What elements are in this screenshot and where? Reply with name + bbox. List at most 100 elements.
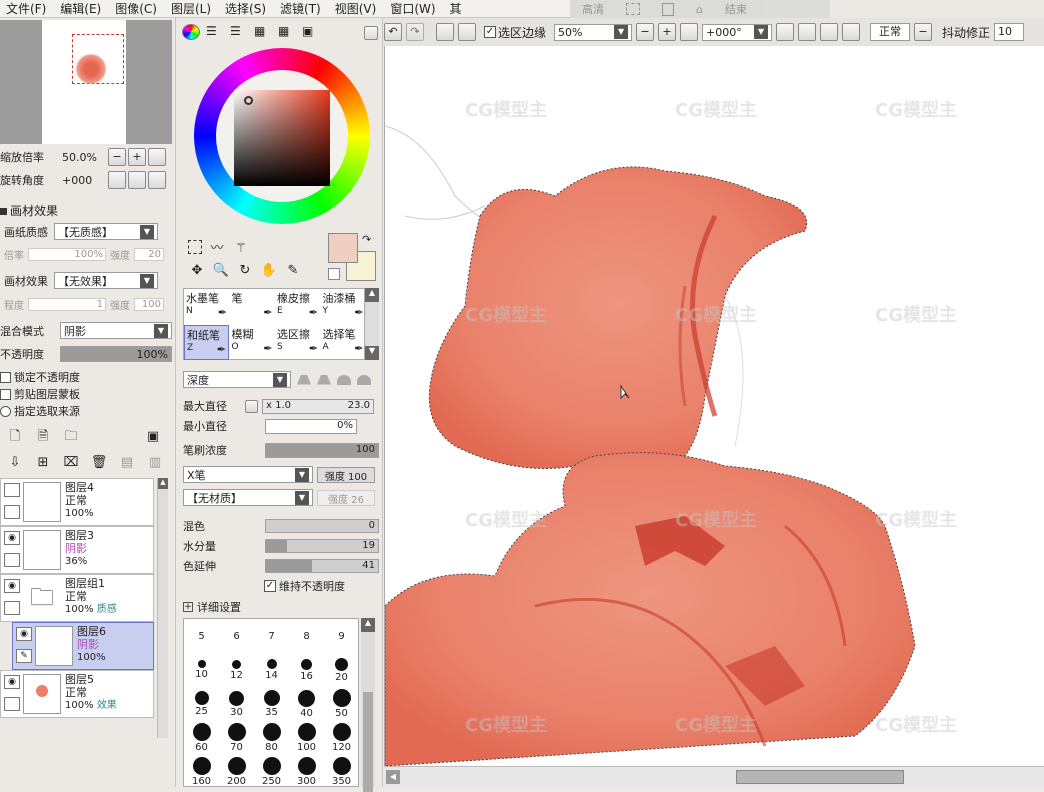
water-slider[interactable]: 19 [265,539,379,553]
swatches-tab-icon[interactable]: ▦ [254,24,272,40]
blend-select[interactable]: 阴影 ▼ [60,322,172,339]
nav-zoom-value[interactable]: 50.0% [62,151,106,164]
shape-select[interactable]: 深度 ▼ [183,371,291,388]
sv-cursor[interactable] [244,96,253,105]
clear-layer-icon[interactable]: ⌧ [62,454,80,472]
brush-size-cell[interactable]: 120 [324,721,358,755]
new-vector-layer-icon[interactable]: 🗎 [34,428,52,446]
brush-tool-slot[interactable]: 油漆桶 Y ✒ [321,289,366,324]
nav-zoom-out-button[interactable]: − [108,148,126,166]
zoom-in-button[interactable]: + [658,23,677,41]
magic-wand-icon[interactable]: ⚚ [232,240,250,258]
paint-target-icon[interactable]: ✎ [16,649,32,663]
hand-icon[interactable]: ✋ [260,262,278,280]
layer-lock-icon[interactable] [4,697,20,711]
visibility-eye-icon[interactable]: ◉ [4,531,20,545]
layer-scrollbar[interactable]: ▲ [157,478,168,738]
brush-size-cell[interactable]: 100 [289,721,324,755]
canvas-hscrollbar[interactable]: ◀ [384,766,1044,787]
brush-size-cell[interactable]: 12 [219,653,254,687]
brush-size-cell[interactable]: 60 [184,721,219,755]
min-size-field[interactable]: 0% [265,418,357,434]
effect-select[interactable]: 【无效果】 ▼ [54,272,158,289]
texture-shape-select[interactable]: 【无材质】 ▼ [183,489,313,506]
brush-strength-field[interactable]: 强度 100 [317,466,375,483]
tip-shape-1-icon[interactable] [297,374,311,385]
tip-shape-3-icon[interactable] [337,374,351,385]
hsv-slider-tab-icon[interactable]: ☰ [230,24,248,40]
density-slider[interactable]: 100 [265,442,379,458]
menu-item[interactable]: 滤镜(T) [280,0,321,17]
menu-item[interactable]: 文件(F) [6,0,46,17]
nav-zoom-in-button[interactable]: + [128,148,146,166]
tip-shape-2-icon[interactable] [317,374,331,385]
menu-item[interactable]: 其 [450,0,462,17]
merge-down-icon[interactable]: ⊞ [34,454,52,472]
degree-field[interactable]: 1 [28,298,106,311]
zoom-out-button[interactable]: − [636,23,655,41]
texture-strength-field[interactable]: 强度 26 [317,489,375,506]
overlay-tab-hd[interactable]: 高清 [582,1,604,17]
rotate-select[interactable]: +000° ▼ [702,23,773,41]
mix-slider[interactable]: 0 [265,519,379,533]
nav-rotate-cw-button[interactable] [128,171,146,189]
selection-edge-toggle[interactable]: ✓ 选区边缘 [484,24,546,41]
menu-item[interactable]: 窗口(W) [390,0,435,17]
brush-tool-slot[interactable]: 选择笔 A ✒ [321,325,366,360]
size-mult-button[interactable] [245,399,258,413]
brush-tool-slot[interactable]: 笔 ✒ [230,289,275,324]
invert-select-button[interactable] [458,23,476,41]
rotate-icon[interactable]: ↻ [236,262,254,280]
rotate-reset-button[interactable] [820,23,839,41]
hscroll-thumb[interactable] [736,770,904,784]
rotate-ccw-button[interactable] [776,23,795,41]
strength2-field[interactable]: 100 [134,298,164,311]
visibility-eye-icon[interactable]: ◉ [4,675,20,689]
brush-size-cell[interactable]: 200 [219,755,254,786]
layer-lock-icon[interactable] [4,601,20,615]
deselect-button[interactable] [436,23,454,41]
scroll-down-icon[interactable]: ▼ [365,346,379,360]
menu-item[interactable]: 图层(L) [171,0,211,17]
keep-opacity-check[interactable]: ✓ 维持不透明度 [264,578,345,594]
clip-mask-check[interactable]: 剪贴图层蒙板 [0,386,80,403]
brush-size-cell[interactable]: 6 [219,619,254,653]
panel-menu-button[interactable] [364,26,378,40]
palette-tab-icon[interactable]: ▣ [302,24,320,40]
selection-source-check[interactable]: 指定选取来源 [0,403,80,420]
page-icon[interactable] [662,2,674,16]
brush-grid-scrollbar[interactable]: ▲ ▼ [365,288,379,360]
size-grid-scrollbar[interactable]: ▲ [361,618,375,792]
brush-size-cell[interactable]: 20 [324,653,358,687]
brush-size-cell[interactable]: 14 [254,653,289,687]
new-layer-icon[interactable]: 🗋 [6,428,24,446]
scroll-up-icon[interactable]: ▲ [158,478,168,489]
layer-lock-icon[interactable] [4,505,20,519]
brush-size-cell[interactable]: 5 [184,619,219,653]
brush-size-cell[interactable]: 250 [254,755,289,786]
brush-size-cell[interactable]: 160 [184,755,219,786]
menu-item[interactable]: 编辑(E) [60,0,101,17]
brush-size-cell[interactable]: 9 [324,619,358,653]
current-color-swatch[interactable] [328,233,358,263]
brush-size-cell[interactable]: 300 [289,755,324,786]
selection-edge-checkbox[interactable]: ✓ [484,26,496,38]
brush-tool-slot[interactable]: 模糊 O ✒ [230,325,275,360]
eyedropper-icon[interactable]: ✎ [284,262,302,280]
scroll-thumb[interactable] [363,692,373,792]
brush-tool-slot[interactable]: 选区擦 S ✒ [275,325,320,360]
rgb-slider-tab-icon[interactable]: ☰ [206,24,224,40]
nav-rotate-reset-button[interactable] [148,171,166,189]
visibility-eye-icon[interactable]: ◉ [16,627,32,641]
menu-item[interactable]: 图像(C) [115,0,157,17]
mode-field[interactable]: 正常 [870,23,911,41]
visibility-eye-icon[interactable]: ◉ [4,579,20,593]
scroll-left-icon[interactable]: ◀ [386,770,400,784]
brush-size-cell[interactable]: 16 [289,653,324,687]
tip-shape-4-icon[interactable] [357,374,371,385]
zoom-icon[interactable]: 🔍 [212,262,230,280]
swap-colors-icon[interactable]: ↷ [362,233,371,246]
brush-tool-slot[interactable]: 水墨笔 N ✒ [184,289,229,324]
lasso-icon[interactable]: 〰 [208,240,226,258]
brush-tool-slot[interactable]: 和纸笔 Z ✒ [184,325,229,360]
